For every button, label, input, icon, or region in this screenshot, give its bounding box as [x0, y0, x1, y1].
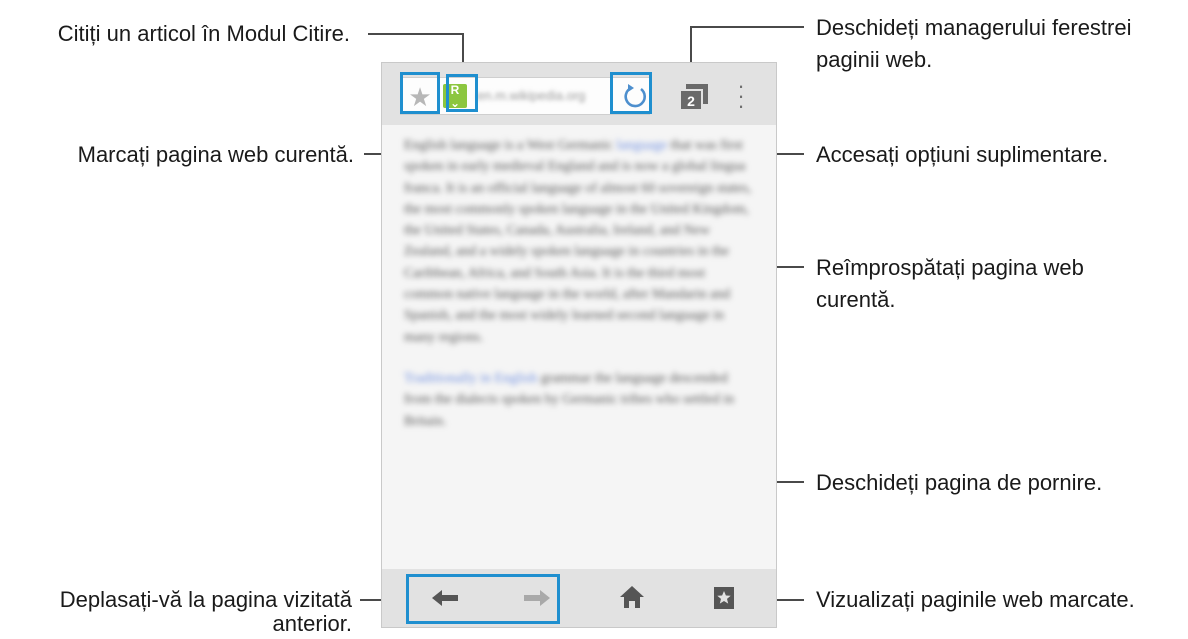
highlight-star	[400, 72, 440, 114]
paragraph-2: Traditionally in English grammar the lan…	[404, 370, 735, 429]
paragraph-1: English language is a West Germanic lang…	[404, 138, 752, 345]
callout-back-line2: anterior.	[272, 611, 353, 636]
leader-reader-h	[368, 33, 464, 35]
callout-reader-mode: Citiți un articol în Modul Citire.	[57, 21, 350, 46]
highlight-refresh	[610, 72, 652, 114]
callout-home: Deschideți pagina de pornire.	[816, 470, 1103, 495]
home-icon[interactable]	[618, 583, 646, 611]
highlight-reader	[446, 74, 478, 112]
callout-refresh-line2: curentă.	[816, 287, 896, 312]
callout-more-options: Accesați opțiuni suplimentare.	[816, 142, 1109, 167]
more-options-icon[interactable]: · · ·	[728, 75, 754, 117]
callout-bookmark-page: Marcați pagina web curentă.	[77, 142, 354, 167]
bookmarks-icon[interactable]	[712, 585, 736, 611]
browser-screen: ★ R ⌄ en.m.wikipedia.org 2 · · · English la…	[381, 62, 777, 628]
highlight-windows	[668, 78, 712, 112]
callout-refresh-line1: Reîmprospătați pagina web	[816, 255, 1084, 280]
callout-window-manager-line2: paginii web.	[816, 47, 933, 72]
callout-bookmarks: Vizualizați paginile web marcate.	[816, 587, 1135, 612]
page-content: English language is a West Germanic lang…	[404, 135, 754, 567]
leader-windows-h	[690, 26, 804, 28]
url-text[interactable]: en.m.wikipedia.org	[477, 87, 619, 105]
highlight-nav	[406, 574, 560, 624]
browser-toolbar: ★ R ⌄ en.m.wikipedia.org 2 · · ·	[382, 63, 776, 125]
callout-window-manager-line1: Deschideți managerului ferestrei	[816, 15, 1132, 40]
